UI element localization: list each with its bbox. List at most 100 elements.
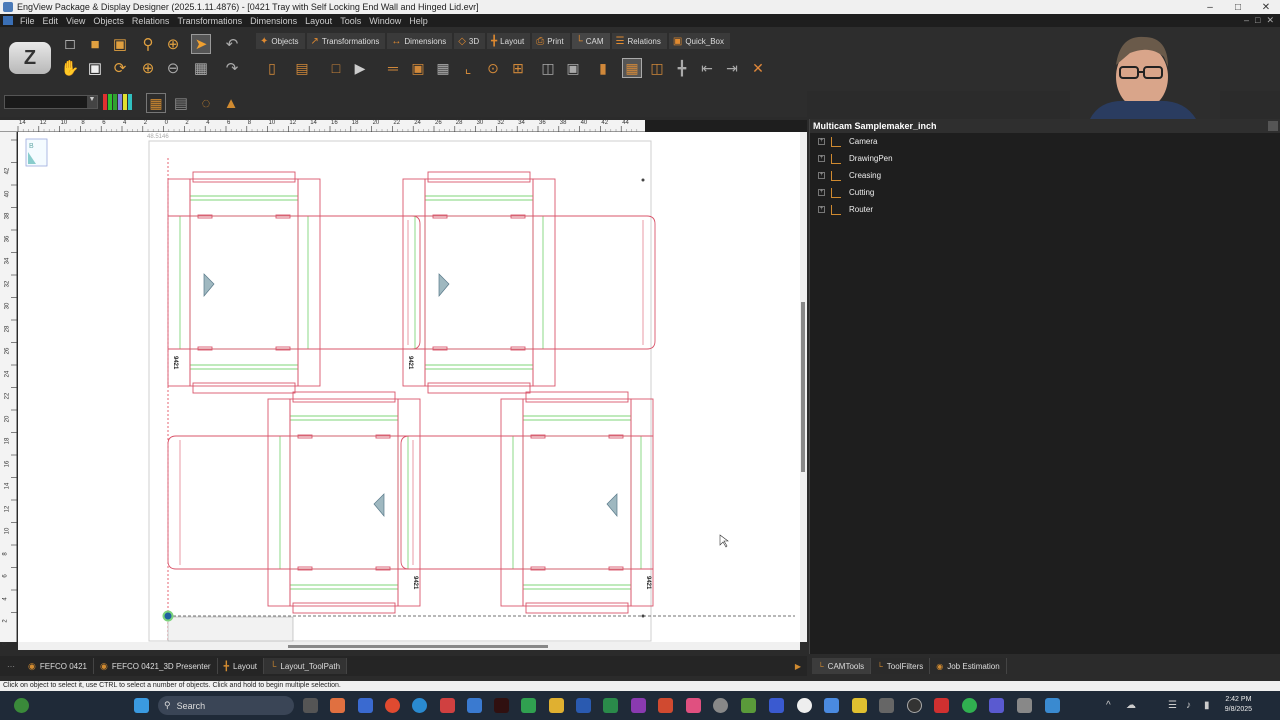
cam-tool-icon[interactable]: ▤ [292,58,312,78]
cam-right-icon[interactable]: ⇥ [722,58,742,78]
grid-icon[interactable]: ▦ [191,58,211,78]
cam-target-icon[interactable]: ⊙ [483,58,503,78]
cam-hatch-icon[interactable]: ▦ [433,58,453,78]
tab-relations[interactable]: ☰ Relations [611,33,667,49]
menu-view[interactable]: View [66,16,85,26]
onenote-icon[interactable] [631,698,646,713]
tab-objects[interactable]: ✦ Objects [256,33,305,49]
whatsapp-icon[interactable] [962,698,977,713]
app-icon-2[interactable] [358,698,373,713]
canvas-horizontal-scrollbar[interactable] [18,642,800,650]
doc-minimize-button[interactable]: – [1244,15,1249,26]
cloud-icon[interactable]: ☁ [1126,700,1136,711]
cam-path-icon[interactable]: □ [326,58,346,78]
powerpoint-icon[interactable] [658,698,673,713]
layout-drawing[interactable]: 9421 9421 9421 9421 48.5146 B [18,132,800,642]
expand-plus-icon[interactable]: + [818,172,825,179]
menu-edit[interactable]: Edit [43,16,59,26]
battery-icon[interactable]: ▮ [1204,700,1210,711]
app-icon-4[interactable] [521,698,536,713]
app-icon-1[interactable] [330,698,345,713]
tree-item-drawingpen[interactable]: + DrawingPen [810,150,1280,167]
zoom-fit-icon[interactable]: ⊕ [138,58,158,78]
panel-collapse-icon[interactable] [1268,121,1278,131]
engview-taskbar-icon[interactable] [467,698,482,713]
maximize-button[interactable]: □ [1224,2,1252,13]
new-file-icon[interactable]: □ [60,34,80,54]
color-swatch-red[interactable] [103,94,107,110]
color-swatch-blue[interactable] [118,94,122,110]
app-icon-9[interactable] [797,698,812,713]
cam-corner-icon[interactable]: ⌞ [458,58,478,78]
cam-left-icon[interactable]: ⇤ [697,58,717,78]
tabs-scroll-right-icon[interactable]: ▶ [795,662,801,671]
app-icon-3[interactable] [440,698,455,713]
expand-plus-icon[interactable]: + [818,206,825,213]
tray-chevron-icon[interactable]: ^ [1106,700,1111,711]
canvas-vertical-scrollbar[interactable] [800,132,807,642]
widgets-icon[interactable] [14,698,29,713]
menu-layout[interactable]: Layout [305,16,332,26]
zoom-in-icon[interactable]: ⊕ [163,34,183,54]
layer-circle-icon[interactable]: ◌ [196,93,216,113]
task-view-icon[interactable] [303,698,318,713]
redo-icon[interactable]: ↷ [222,58,242,78]
app-icon-8[interactable] [769,698,784,713]
tab-layout[interactable]: ╋ Layout [487,33,531,49]
color-swatch-yellow[interactable] [123,94,127,110]
undo-icon[interactable]: ↶ [222,34,242,54]
cam-sheet-icon[interactable]: ▮ [593,58,613,78]
doc-maximize-button[interactable]: □ [1255,15,1260,26]
document-icon[interactable] [3,16,13,25]
app-icon-14[interactable] [1017,698,1032,713]
menu-file[interactable]: File [20,16,35,26]
tree-item-cutting[interactable]: + Cutting [810,184,1280,201]
edge-icon[interactable] [412,698,427,713]
taskbar-clock[interactable]: 2:42 PM 9/8/2025 [1225,695,1252,715]
tree-item-camera[interactable]: + Camera [810,133,1280,150]
tab-dimensions[interactable]: ↔ Dimensions [387,33,453,49]
doc-tab-3d-presenter[interactable]: ◉ FEFCO 0421_3D Presenter [94,658,218,674]
cam-align-icon[interactable]: ═ [383,58,403,78]
menu-objects[interactable]: Objects [93,16,124,26]
save-icon[interactable]: ▣ [110,34,130,54]
layer-combo[interactable]: ▼ [4,95,98,109]
app-icon-5[interactable] [686,698,701,713]
expand-plus-icon[interactable]: + [818,155,825,162]
app-icon-15[interactable] [1045,698,1060,713]
zoom-icon[interactable]: ⚲ [138,34,158,54]
menu-help[interactable]: Help [409,16,428,26]
cam-columns-icon[interactable]: ◫ [538,58,558,78]
zoom-window-icon[interactable]: ▣ [85,58,105,78]
hscroll-thumb[interactable] [288,645,548,648]
menu-relations[interactable]: Relations [132,16,170,26]
teams-icon[interactable] [989,698,1004,713]
expand-plus-icon[interactable]: + [818,138,825,145]
cam-delete-icon[interactable]: ✕ [748,58,768,78]
cam-columns2-icon[interactable]: ◫ [647,58,667,78]
vscroll-thumb[interactable] [801,302,805,472]
app-icon-6[interactable] [713,698,728,713]
app-icon-11[interactable] [852,698,867,713]
cam-window-icon[interactable]: ▣ [563,58,583,78]
layer-grid-icon[interactable]: ▦ [146,93,166,113]
acrobat-icon[interactable] [934,698,949,713]
minimize-button[interactable]: – [1196,2,1224,13]
cam-frame-icon[interactable]: ▣ [408,58,428,78]
layer-lines-icon[interactable]: ▤ [171,93,191,113]
drawing-canvas[interactable]: 9421 9421 9421 9421 48.5146 B [18,132,800,642]
cam-video-icon[interactable]: ▶ [350,58,370,78]
color-swatch-cyan[interactable] [128,94,132,110]
volume-icon[interactable]: ♪ [1186,700,1191,711]
close-button[interactable]: ✕ [1252,2,1280,13]
cam-cross-icon[interactable]: ╋ [672,58,692,78]
taskbar-search[interactable]: ⚲ Search [158,696,294,715]
menu-window[interactable]: Window [369,16,401,26]
color-swatch-darkgreen[interactable] [113,94,117,110]
tab-quick-box[interactable]: ▣ Quick_Box [668,33,730,49]
doc-tab-layout-toolpath[interactable]: └ Layout_ToolPath [264,658,348,674]
app-icon-7[interactable] [741,698,756,713]
color-swatch-green[interactable] [108,94,112,110]
file-explorer-icon[interactable] [549,698,564,713]
tree-item-router[interactable]: + Router [810,201,1280,218]
